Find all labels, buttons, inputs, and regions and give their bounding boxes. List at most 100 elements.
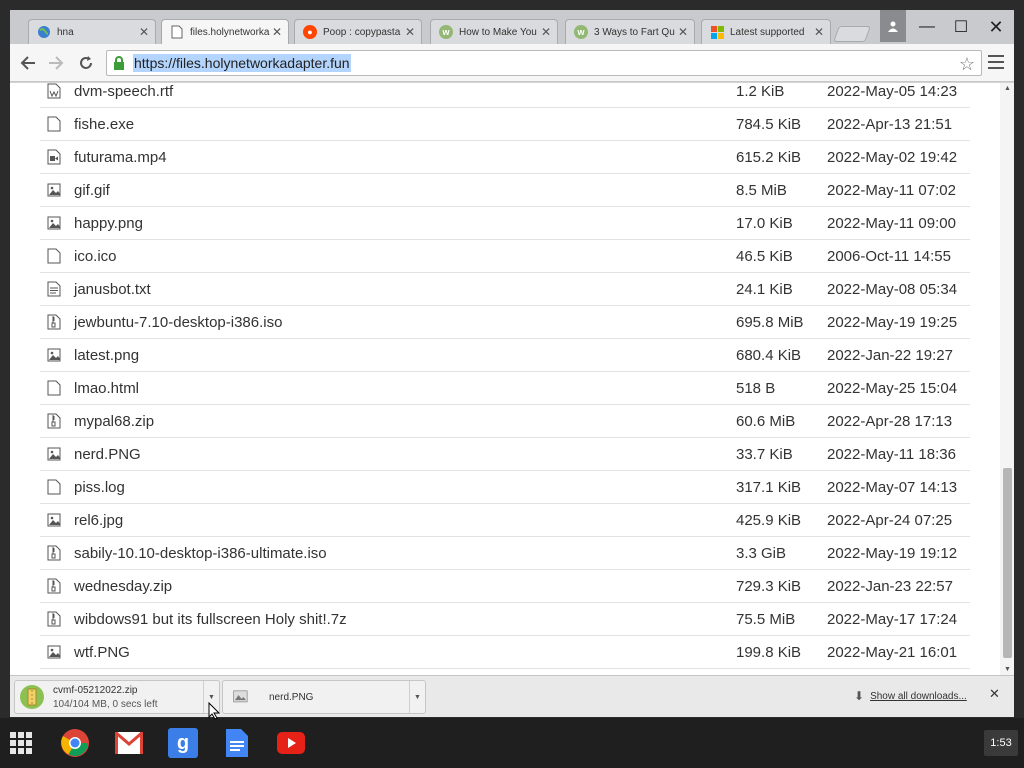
table-row[interactable]: ico.ico 46.5 KiB 2006-Oct-11 14:55 <box>40 240 970 273</box>
tab-title: How to Make You <box>459 26 537 38</box>
back-button[interactable] <box>16 52 40 74</box>
file-name-link[interactable]: mypal68.zip <box>74 413 154 430</box>
minimize-button[interactable]: — <box>912 16 942 38</box>
profile-button[interactable] <box>880 10 906 42</box>
app-launcher-icon[interactable] <box>10 732 32 754</box>
reload-button[interactable] <box>74 52 98 74</box>
show-all-downloads-link[interactable]: ⬇ Show all downloads... <box>854 689 967 703</box>
scroll-down-arrow-icon[interactable]: ▼ <box>1003 666 1012 673</box>
tab-hna[interactable]: hna ✕ <box>28 19 156 44</box>
gmail-icon[interactable] <box>114 728 144 758</box>
scroll-up-arrow-icon[interactable]: ▲ <box>1003 85 1012 92</box>
table-row[interactable]: lmao.html 518 B 2022-May-25 15:04 <box>40 372 970 405</box>
scroll-thumb[interactable] <box>1003 468 1012 658</box>
tab-title: Poop : copypasta <box>323 26 401 38</box>
table-row[interactable]: janusbot.txt 24.1 KiB 2022-May-08 05:34 <box>40 273 970 306</box>
toolbar: https://files.holynetworkadapter.fun ☆ <box>10 44 1014 82</box>
table-row[interactable]: wednesday.zip 729.3 KiB 2022-Jan-23 22:57 <box>40 570 970 603</box>
docs-icon[interactable] <box>222 728 252 758</box>
table-row[interactable]: happy.png 17.0 KiB 2022-May-11 09:00 <box>40 207 970 240</box>
file-name-link[interactable]: fishe.exe <box>74 116 134 133</box>
file-size: 24.1 KiB <box>736 280 793 298</box>
file-name-link[interactable]: rel6.jpg <box>74 512 123 529</box>
table-row[interactable]: dvm-speech.rtf 1.2 KiB 2022-May-05 14:23 <box>40 83 970 108</box>
tab-title: Latest supported <box>730 26 805 38</box>
table-row[interactable]: latest.png 680.4 KiB 2022-Jan-22 19:27 <box>40 339 970 372</box>
file-name-link[interactable]: dvm-speech.rtf <box>74 83 173 100</box>
address-bar[interactable]: https://files.holynetworkadapter.fun ☆ <box>106 50 982 76</box>
file-size: 17.0 KiB <box>736 214 793 232</box>
file-icon <box>47 116 61 132</box>
tab-copypasta[interactable]: ● Poop : copypasta ✕ <box>294 19 422 44</box>
file-list: dvm-speech.rtf 1.2 KiB 2022-May-05 14:23 fi… <box>40 83 970 669</box>
forward-button[interactable] <box>44 52 68 74</box>
tab-how-to[interactable]: w How to Make You ✕ <box>430 19 558 44</box>
tab-close-icon[interactable]: ✕ <box>270 25 284 39</box>
table-row[interactable]: sabily-10.10-desktop-i386-ultimate.iso 3.… <box>40 537 970 570</box>
table-row[interactable]: mypal68.zip 60.6 MiB 2022-Apr-28 17:13 <box>40 405 970 438</box>
file-date: 2022-May-11 18:36 <box>827 445 956 463</box>
table-row[interactable]: futurama.mp4 615.2 KiB 2022-May-02 19:42 <box>40 141 970 174</box>
file-size: 1.2 KiB <box>736 83 785 100</box>
table-row[interactable]: jewbuntu-7.10-desktop-i386.iso 695.8 MiB 2… <box>40 306 970 339</box>
table-row[interactable]: wtf.PNG 199.8 KiB 2022-May-21 16:01 <box>40 636 970 669</box>
file-date: 2006-Oct-11 14:55 <box>827 247 951 265</box>
system-clock[interactable]: 1:53 <box>984 730 1018 756</box>
tab-3-ways[interactable]: w 3 Ways to Fart Qu ✕ <box>565 19 695 44</box>
file-date: 2022-May-19 19:25 <box>827 313 958 331</box>
microsoft-icon <box>710 25 724 39</box>
file-date: 2022-May-19 19:12 <box>827 544 958 562</box>
file-name-link[interactable]: wednesday.zip <box>74 578 172 595</box>
wikihow-icon: w <box>574 25 588 39</box>
image-icon <box>47 182 61 198</box>
image-icon <box>47 446 61 462</box>
file-name-link[interactable]: futurama.mp4 <box>74 149 167 166</box>
archive-icon <box>47 314 61 330</box>
file-name-link[interactable]: jewbuntu-7.10-desktop-i386.iso <box>74 314 282 331</box>
google-search-icon[interactable]: g <box>168 728 198 758</box>
url-text[interactable]: https://files.holynetworkadapter.fun <box>133 54 351 72</box>
file-name-link[interactable]: nerd.PNG <box>74 446 141 463</box>
show-all-downloads-label[interactable]: Show all downloads... <box>870 691 967 702</box>
close-window-button[interactable]: ✕ <box>981 16 1011 38</box>
download-menu-chevron-icon[interactable]: ▼ <box>409 681 425 713</box>
file-size: 8.5 MiB <box>736 181 787 199</box>
file-name-link[interactable]: gif.gif <box>74 182 110 199</box>
file-name-link[interactable]: wibdows91 but its fullscreen Holy shit!.… <box>74 611 347 628</box>
new-tab-button[interactable] <box>833 26 871 42</box>
table-row[interactable]: wibdows91 but its fullscreen Holy shit!.… <box>40 603 970 636</box>
scrollbar[interactable]: ▲ ▼ <box>1000 83 1014 675</box>
chrome-icon[interactable] <box>60 728 90 758</box>
close-shelf-icon[interactable]: ✕ <box>989 686 1000 702</box>
file-name-link[interactable]: wtf.PNG <box>74 644 130 661</box>
tab-files[interactable]: files.holynetworka ✕ <box>161 19 289 44</box>
maximize-button[interactable]: ☐ <box>946 16 976 38</box>
table-row[interactable]: fishe.exe 784.5 KiB 2022-Apr-13 21:51 <box>40 108 970 141</box>
file-date: 2022-Apr-24 07:25 <box>827 511 953 529</box>
download-item[interactable]: nerd.PNG ▼ <box>222 680 426 714</box>
file-name-link[interactable]: happy.png <box>74 215 143 232</box>
table-row[interactable]: rel6.jpg 425.9 KiB 2022-Apr-24 07:25 <box>40 504 970 537</box>
file-name-link[interactable]: janusbot.txt <box>74 281 151 298</box>
table-row[interactable]: nerd.PNG 33.7 KiB 2022-May-11 18:36 <box>40 438 970 471</box>
youtube-icon[interactable] <box>276 728 306 758</box>
file-name-link[interactable]: piss.log <box>74 479 125 496</box>
file-name-link[interactable]: latest.png <box>74 347 139 364</box>
tab-latest-supported[interactable]: Latest supported ✕ <box>701 19 831 44</box>
tab-close-icon[interactable]: ✕ <box>137 25 151 39</box>
archive-icon <box>47 545 61 561</box>
file-size: 425.9 KiB <box>736 511 802 529</box>
file-name-link[interactable]: sabily-10.10-desktop-i386-ultimate.iso <box>74 545 327 562</box>
file-name-link[interactable]: ico.ico <box>74 248 117 265</box>
tab-close-icon[interactable]: ✕ <box>403 25 417 39</box>
table-row[interactable]: piss.log 317.1 KiB 2022-May-07 14:13 <box>40 471 970 504</box>
file-name-link[interactable]: lmao.html <box>74 380 139 397</box>
download-item[interactable]: cvmf-05212022.zip 104/104 MB, 0 secs lef… <box>14 680 220 714</box>
table-row[interactable]: gif.gif 8.5 MiB 2022-May-11 07:02 <box>40 174 970 207</box>
tab-close-icon[interactable]: ✕ <box>812 25 826 39</box>
menu-button[interactable] <box>988 55 1004 69</box>
bookmark-star-icon[interactable]: ☆ <box>959 54 975 75</box>
image-icon <box>47 644 61 660</box>
tab-close-icon[interactable]: ✕ <box>676 25 690 39</box>
tab-close-icon[interactable]: ✕ <box>539 25 553 39</box>
